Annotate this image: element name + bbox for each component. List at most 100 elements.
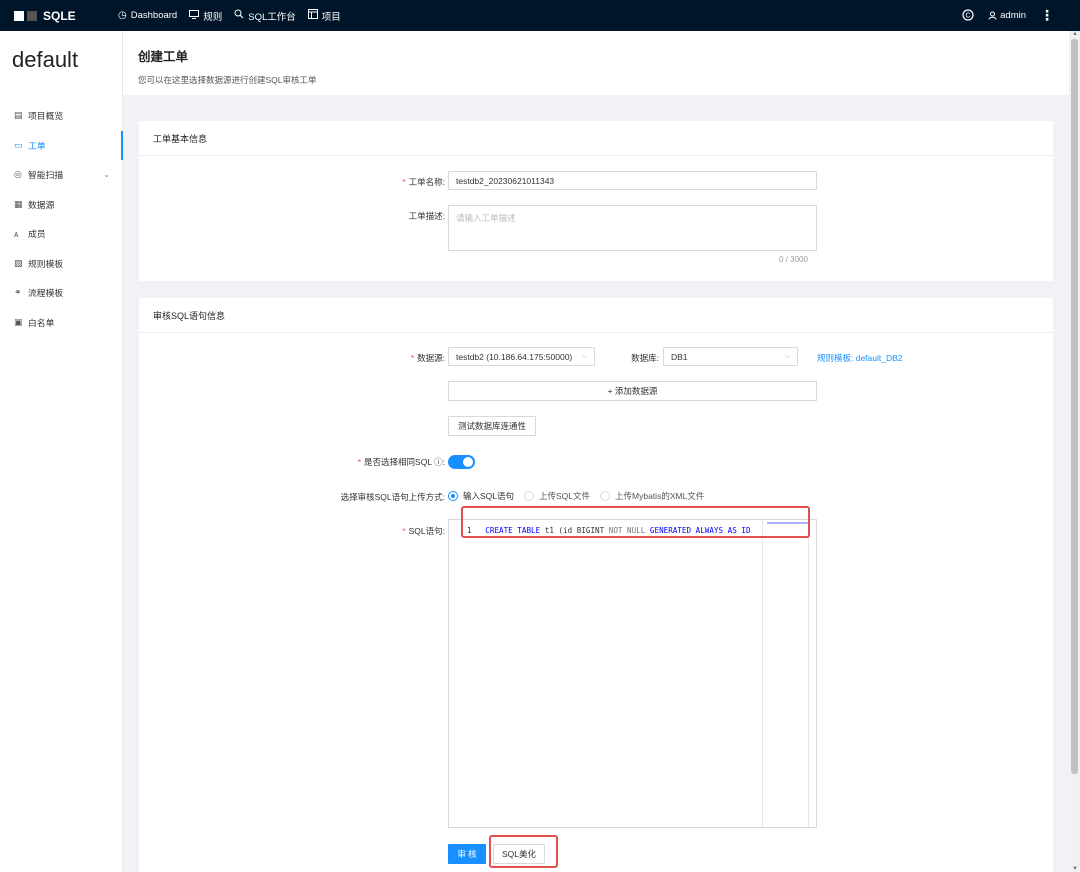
whitelist-icon: ▣ bbox=[14, 316, 23, 327]
logo-mark-secondary bbox=[27, 10, 37, 21]
monitor-icon bbox=[189, 9, 200, 22]
scroll-down-icon[interactable]: ▼ bbox=[1072, 866, 1078, 872]
nav-label: 项目 bbox=[321, 11, 341, 23]
editor-highlight-box bbox=[461, 506, 810, 538]
label-text: 是否选择相同SQL bbox=[364, 457, 432, 467]
radio-button[interactable] bbox=[448, 491, 458, 501]
nav-label: Dashboard bbox=[130, 10, 178, 21]
label-text: SQL语句: bbox=[408, 526, 445, 536]
beautify-highlight-box bbox=[489, 835, 558, 868]
user-menu[interactable]: admin bbox=[988, 10, 1026, 21]
project-icon bbox=[307, 9, 318, 22]
sidebar-item-label: 数据源 bbox=[28, 199, 55, 210]
datasource-icon: ▦ bbox=[14, 198, 23, 209]
add-datasource-button[interactable]: + 添加数据源 bbox=[448, 381, 817, 401]
member-icon: ᴀ bbox=[14, 228, 19, 239]
dashboard-icon: ◷ bbox=[118, 10, 127, 21]
same-sql-label: * 是否选择相同SQL ⓘ: bbox=[357, 457, 445, 467]
test-connection-button[interactable]: 测试数据库连通性 bbox=[448, 416, 536, 436]
nav-rules[interactable]: 规则 bbox=[189, 9, 222, 23]
required-mark: * bbox=[402, 526, 406, 536]
rule-template-link[interactable]: 规则模板: default_DB2 bbox=[817, 352, 903, 364]
sidebar-item-label: 工单 bbox=[28, 140, 46, 151]
scroll-up-icon[interactable]: ▲ bbox=[1072, 31, 1078, 37]
scrollbar-thumb[interactable] bbox=[1071, 39, 1078, 774]
radio-button[interactable] bbox=[600, 491, 611, 501]
overview-icon: ▤ bbox=[14, 110, 23, 121]
ticket-name-input[interactable]: testdb2_20230621011343 bbox=[448, 171, 817, 190]
sidebar-item-label: 智能扫描 bbox=[28, 170, 64, 181]
label-text: 工单名称: bbox=[408, 177, 445, 187]
topbar-right: C admin ⋮ bbox=[962, 0, 1054, 31]
page-header: 创建工单 您可以在这里选择数据源进行创建SQL审核工单 bbox=[123, 31, 1069, 95]
required-mark: * bbox=[357, 457, 362, 467]
label-text: 数据源: bbox=[417, 353, 445, 363]
overview-ruler bbox=[808, 520, 809, 827]
nav-dashboard[interactable]: ◷ Dashboard bbox=[118, 10, 177, 21]
sidebar-item-smart-scan[interactable]: ◎ 智能扫描 ⌄ bbox=[0, 160, 122, 190]
scan-icon: ◎ bbox=[14, 169, 22, 180]
select-value: DB1 bbox=[671, 351, 688, 362]
same-sql-toggle[interactable] bbox=[448, 455, 475, 469]
minimap-divider bbox=[762, 520, 763, 827]
svg-text:C: C bbox=[966, 12, 971, 19]
sql-info-card: 审核SQL语句信息 * 数据源: testdb2 (10.186.64.175:5… bbox=[139, 298, 1053, 872]
logo[interactable]: SQLE bbox=[0, 9, 118, 23]
radio-button[interactable] bbox=[524, 491, 535, 501]
help-icon[interactable]: ⓘ bbox=[434, 457, 443, 467]
more-icon[interactable]: ⋮ bbox=[1040, 7, 1054, 24]
language-icon[interactable]: C bbox=[962, 8, 974, 23]
chevron-down-icon: ⌄ bbox=[103, 170, 110, 180]
sidebar-item-label: 白名单 bbox=[28, 317, 55, 328]
sidebar-item-member[interactable]: ᴀ 成员 bbox=[0, 219, 122, 249]
brand-name: SQLE bbox=[43, 8, 76, 23]
select-value: testdb2 (10.186.64.175:50000) bbox=[456, 351, 573, 362]
upload-method-label: 选择审核SQL语句上传方式: bbox=[340, 492, 445, 502]
sidebar-item-overview[interactable]: ▤ 项目概览 bbox=[0, 101, 122, 131]
nav-label: 规则 bbox=[203, 11, 223, 23]
card-title: 工单基本信息 bbox=[139, 121, 1053, 156]
sidebar-item-ticket[interactable]: ▭ 工单 bbox=[0, 130, 123, 161]
rule-template-icon: ▧ bbox=[14, 257, 23, 268]
basic-info-card: 工单基本信息 * 工单名称: testdb2_20230621011343 工单描… bbox=[139, 121, 1053, 281]
logo-mark bbox=[14, 10, 24, 21]
toggle-knob bbox=[463, 457, 473, 467]
radio-input-sql[interactable]: 输入SQL语句 bbox=[448, 490, 514, 502]
radio-upload-mybatis-xml[interactable]: 上传Mybatis的XML文件 bbox=[600, 490, 704, 502]
textarea-placeholder: 请输入工单描述 bbox=[456, 213, 516, 223]
sql-editor[interactable]: 1 CREATE TABLE t1 (id BIGINT NOT NULL GE… bbox=[448, 519, 817, 828]
required-mark: * bbox=[410, 353, 415, 363]
user-icon bbox=[988, 11, 997, 20]
sidebar-item-rule-template[interactable]: ▧ 规则模板 bbox=[0, 249, 122, 279]
sidebar-item-label: 规则模板 bbox=[28, 258, 64, 269]
ticket-desc-textarea[interactable]: 请输入工单描述 bbox=[448, 205, 817, 251]
sql-statement-label: * SQL语句: bbox=[389, 525, 445, 537]
nav-project[interactable]: 项目 bbox=[307, 9, 341, 23]
ticket-icon: ▭ bbox=[14, 139, 23, 150]
project-sidebar: default ▤ 项目概览 ▭ 工单 ◎ 智能扫描 ⌄ ▦ 数据源 ᴀ 成员 … bbox=[0, 31, 123, 872]
sidebar-item-label: 流程模板 bbox=[28, 288, 64, 299]
chevron-down-icon: ⌵ bbox=[581, 352, 587, 360]
sidebar-item-whitelist[interactable]: ▣ 白名单 bbox=[0, 308, 122, 338]
card-title: 审核SQL语句信息 bbox=[139, 298, 1053, 333]
database-select[interactable]: DB1 ⌵ bbox=[663, 347, 798, 366]
project-name: default bbox=[12, 47, 79, 72]
ticket-desc-label: 工单描述: bbox=[408, 211, 445, 221]
nav-label: SQL工作台 bbox=[248, 11, 296, 23]
datasource-label: * 数据源: bbox=[389, 352, 445, 364]
datasource-select[interactable]: testdb2 (10.186.64.175:50000) ⌵ bbox=[448, 347, 595, 366]
required-mark: * bbox=[402, 177, 406, 187]
char-counter: 0 / 3000 bbox=[779, 255, 808, 264]
ticket-name-label: * 工单名称: bbox=[389, 176, 445, 188]
page-scrollbar[interactable]: ▲ ▼ bbox=[1069, 31, 1080, 872]
sidebar-item-flow-template[interactable]: ⚭ 流程模板 bbox=[0, 278, 122, 308]
search-icon bbox=[234, 9, 244, 22]
page-subtitle: 您可以在这里选择数据源进行创建SQL审核工单 bbox=[138, 75, 317, 85]
database-label: 数据库: bbox=[631, 353, 659, 363]
username: admin bbox=[1000, 10, 1026, 21]
audit-button[interactable]: 审 核 bbox=[448, 844, 486, 864]
radio-upload-sql-file[interactable]: 上传SQL文件 bbox=[524, 490, 590, 502]
radio-label: 上传Mybatis的XML文件 bbox=[615, 491, 705, 501]
nav-sql-workbench[interactable]: SQL工作台 bbox=[234, 9, 296, 23]
sidebar-item-datasource[interactable]: ▦ 数据源 bbox=[0, 190, 122, 220]
